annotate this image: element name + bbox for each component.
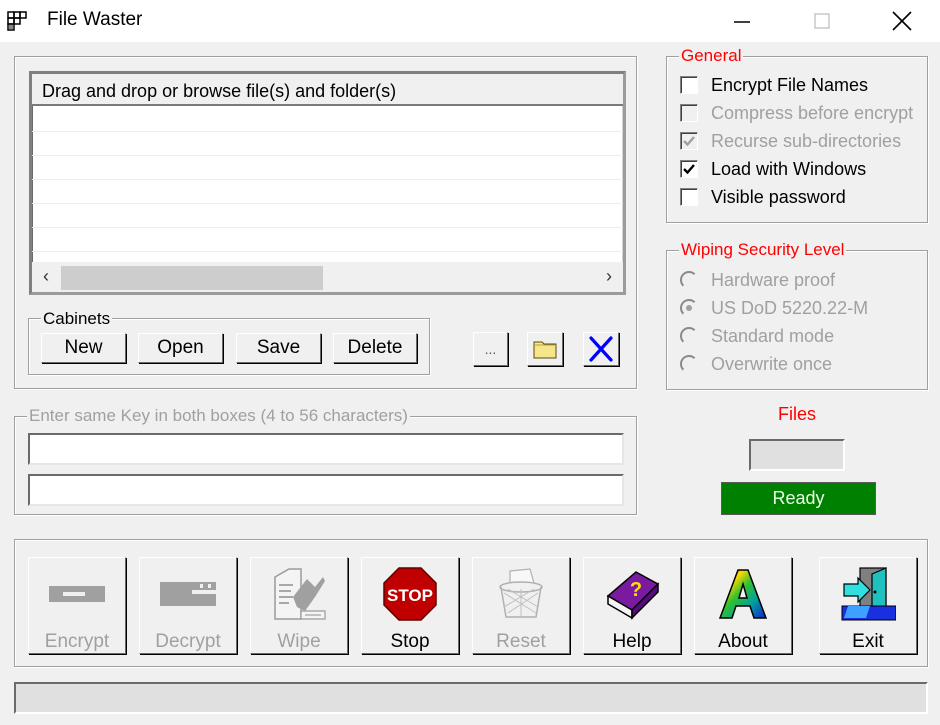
close-icon	[892, 11, 912, 31]
stop-sign-icon: STOP	[383, 567, 437, 621]
cabinet-save-button[interactable]: Save	[236, 333, 321, 363]
clear-list-button[interactable]	[583, 332, 619, 366]
radio-selected-dot	[686, 305, 692, 311]
radio-label: Hardware proof	[711, 269, 836, 290]
radio-label: US DoD 5220.22-M	[711, 297, 869, 318]
list-row	[32, 204, 623, 228]
cabinet-new-button[interactable]: New	[41, 333, 126, 363]
scroll-left-icon[interactable]: ‹	[36, 266, 56, 287]
about-button[interactable]: About	[694, 557, 792, 654]
decrypt-button[interactable]: Decrypt	[139, 557, 237, 654]
exit-door-icon	[841, 567, 896, 621]
compress-before-encrypt-checkbox[interactable]: Compress before encrypt	[680, 101, 913, 125]
file-list[interactable]: Drag and drop or browse file(s) and fold…	[29, 71, 626, 295]
stop-label: Stop	[390, 631, 430, 652]
about-label: About	[718, 631, 768, 652]
checkbox-box[interactable]	[680, 76, 698, 94]
checkbox-box[interactable]	[680, 160, 698, 178]
encrypt-icon	[49, 586, 105, 602]
general-title: General	[679, 45, 744, 67]
browse-button[interactable]: ...	[473, 332, 508, 366]
cabinets-title: Cabinets	[41, 308, 113, 330]
maximize-button[interactable]	[792, 0, 852, 42]
close-button[interactable]	[872, 0, 932, 42]
minimize-icon	[734, 21, 750, 23]
checkbox-box[interactable]	[680, 104, 698, 122]
svg-text:STOP: STOP	[387, 586, 433, 605]
wipe-button[interactable]: Wipe	[250, 557, 348, 654]
decrypt-icon	[160, 582, 216, 606]
horizontal-scrollbar[interactable]: ‹ ›	[32, 262, 623, 292]
help-book-icon: ?	[606, 571, 660, 620]
cabinet-open-button[interactable]: Open	[138, 333, 223, 363]
help-label: Help	[612, 631, 652, 652]
standard-mode-radio[interactable]: Standard mode	[680, 324, 834, 348]
key-entry-title: Enter same Key in both boxes (4 to 56 ch…	[27, 405, 410, 427]
help-button[interactable]: ? Help	[583, 557, 681, 654]
radio-label: Overwrite once	[711, 353, 833, 374]
checkbox-label: Recurse sub-directories	[711, 130, 902, 151]
rainbow-a-icon	[718, 569, 768, 619]
exit-label: Exit	[852, 631, 884, 652]
radio-circle[interactable]	[680, 299, 698, 317]
encrypt-file-names-checkbox[interactable]: Encrypt File Names	[680, 73, 868, 97]
blue-x-icon	[589, 336, 613, 362]
wiping-security-title: Wiping Security Level	[679, 239, 847, 261]
visible-password-checkbox[interactable]: Visible password	[680, 185, 846, 209]
checkmark-icon	[683, 164, 695, 175]
list-row	[32, 180, 623, 204]
list-row	[32, 132, 623, 156]
key-input-2[interactable]	[30, 476, 622, 504]
title-bar: File Waster	[0, 0, 940, 42]
files-count-display	[749, 439, 845, 471]
load-with-windows-checkbox[interactable]: Load with Windows	[680, 157, 866, 181]
list-row	[32, 108, 623, 132]
checkbox-label: Load with Windows	[711, 158, 867, 179]
checkbox-box[interactable]	[680, 132, 698, 150]
radio-circle[interactable]	[680, 355, 698, 373]
add-folder-button[interactable]	[527, 332, 563, 366]
exit-button[interactable]: Exit	[819, 557, 917, 654]
cabinet-delete-button[interactable]: Delete	[333, 333, 417, 363]
status-bar	[14, 682, 928, 714]
encrypt-label: Encrypt	[44, 631, 110, 652]
window-title: File Waster	[47, 9, 143, 30]
encrypt-button[interactable]: Encrypt	[28, 557, 126, 654]
scroll-right-icon[interactable]: ›	[599, 266, 619, 287]
radio-label: Standard mode	[711, 325, 835, 346]
stop-button[interactable]: STOP Stop	[361, 557, 459, 654]
hardware-proof-radio[interactable]: Hardware proof	[680, 268, 835, 292]
checkbox-box[interactable]	[680, 188, 698, 206]
reset-label: Reset	[496, 631, 546, 652]
minimize-button[interactable]	[712, 0, 772, 42]
status-indicator: Ready	[721, 482, 876, 515]
key-input-1[interactable]	[30, 435, 622, 463]
list-row	[32, 156, 623, 180]
browse-label: ...	[484, 341, 497, 357]
checkbox-label: Encrypt File Names	[711, 74, 869, 95]
svg-text:?: ?	[630, 579, 642, 601]
recurse-subdirectories-checkbox[interactable]: Recurse sub-directories	[680, 129, 901, 153]
key-field-1[interactable]	[28, 433, 624, 465]
radio-circle[interactable]	[680, 327, 698, 345]
key-field-2[interactable]	[28, 474, 624, 506]
decrypt-label: Decrypt	[155, 631, 221, 652]
wastebasket-icon	[499, 568, 543, 618]
grid-app-icon	[7, 11, 27, 31]
file-list-header[interactable]: Drag and drop or browse file(s) and fold…	[32, 74, 623, 106]
checkmark-icon	[683, 136, 695, 147]
reset-button[interactable]: Reset	[472, 557, 570, 654]
checkbox-label: Compress before encrypt	[711, 102, 914, 123]
us-dod-radio[interactable]: US DoD 5220.22-M	[680, 296, 868, 320]
wipe-label: Wipe	[277, 631, 321, 652]
checkbox-label: Visible password	[711, 186, 846, 207]
overwrite-once-radio[interactable]: Overwrite once	[680, 352, 832, 376]
list-row	[32, 228, 623, 252]
folder-icon	[533, 341, 557, 359]
maximize-icon	[814, 13, 830, 29]
radio-circle[interactable]	[680, 271, 698, 289]
wipe-shredder-icon	[274, 568, 326, 620]
files-label: Files	[777, 404, 816, 424]
scrollbar-thumb[interactable]	[61, 266, 323, 290]
